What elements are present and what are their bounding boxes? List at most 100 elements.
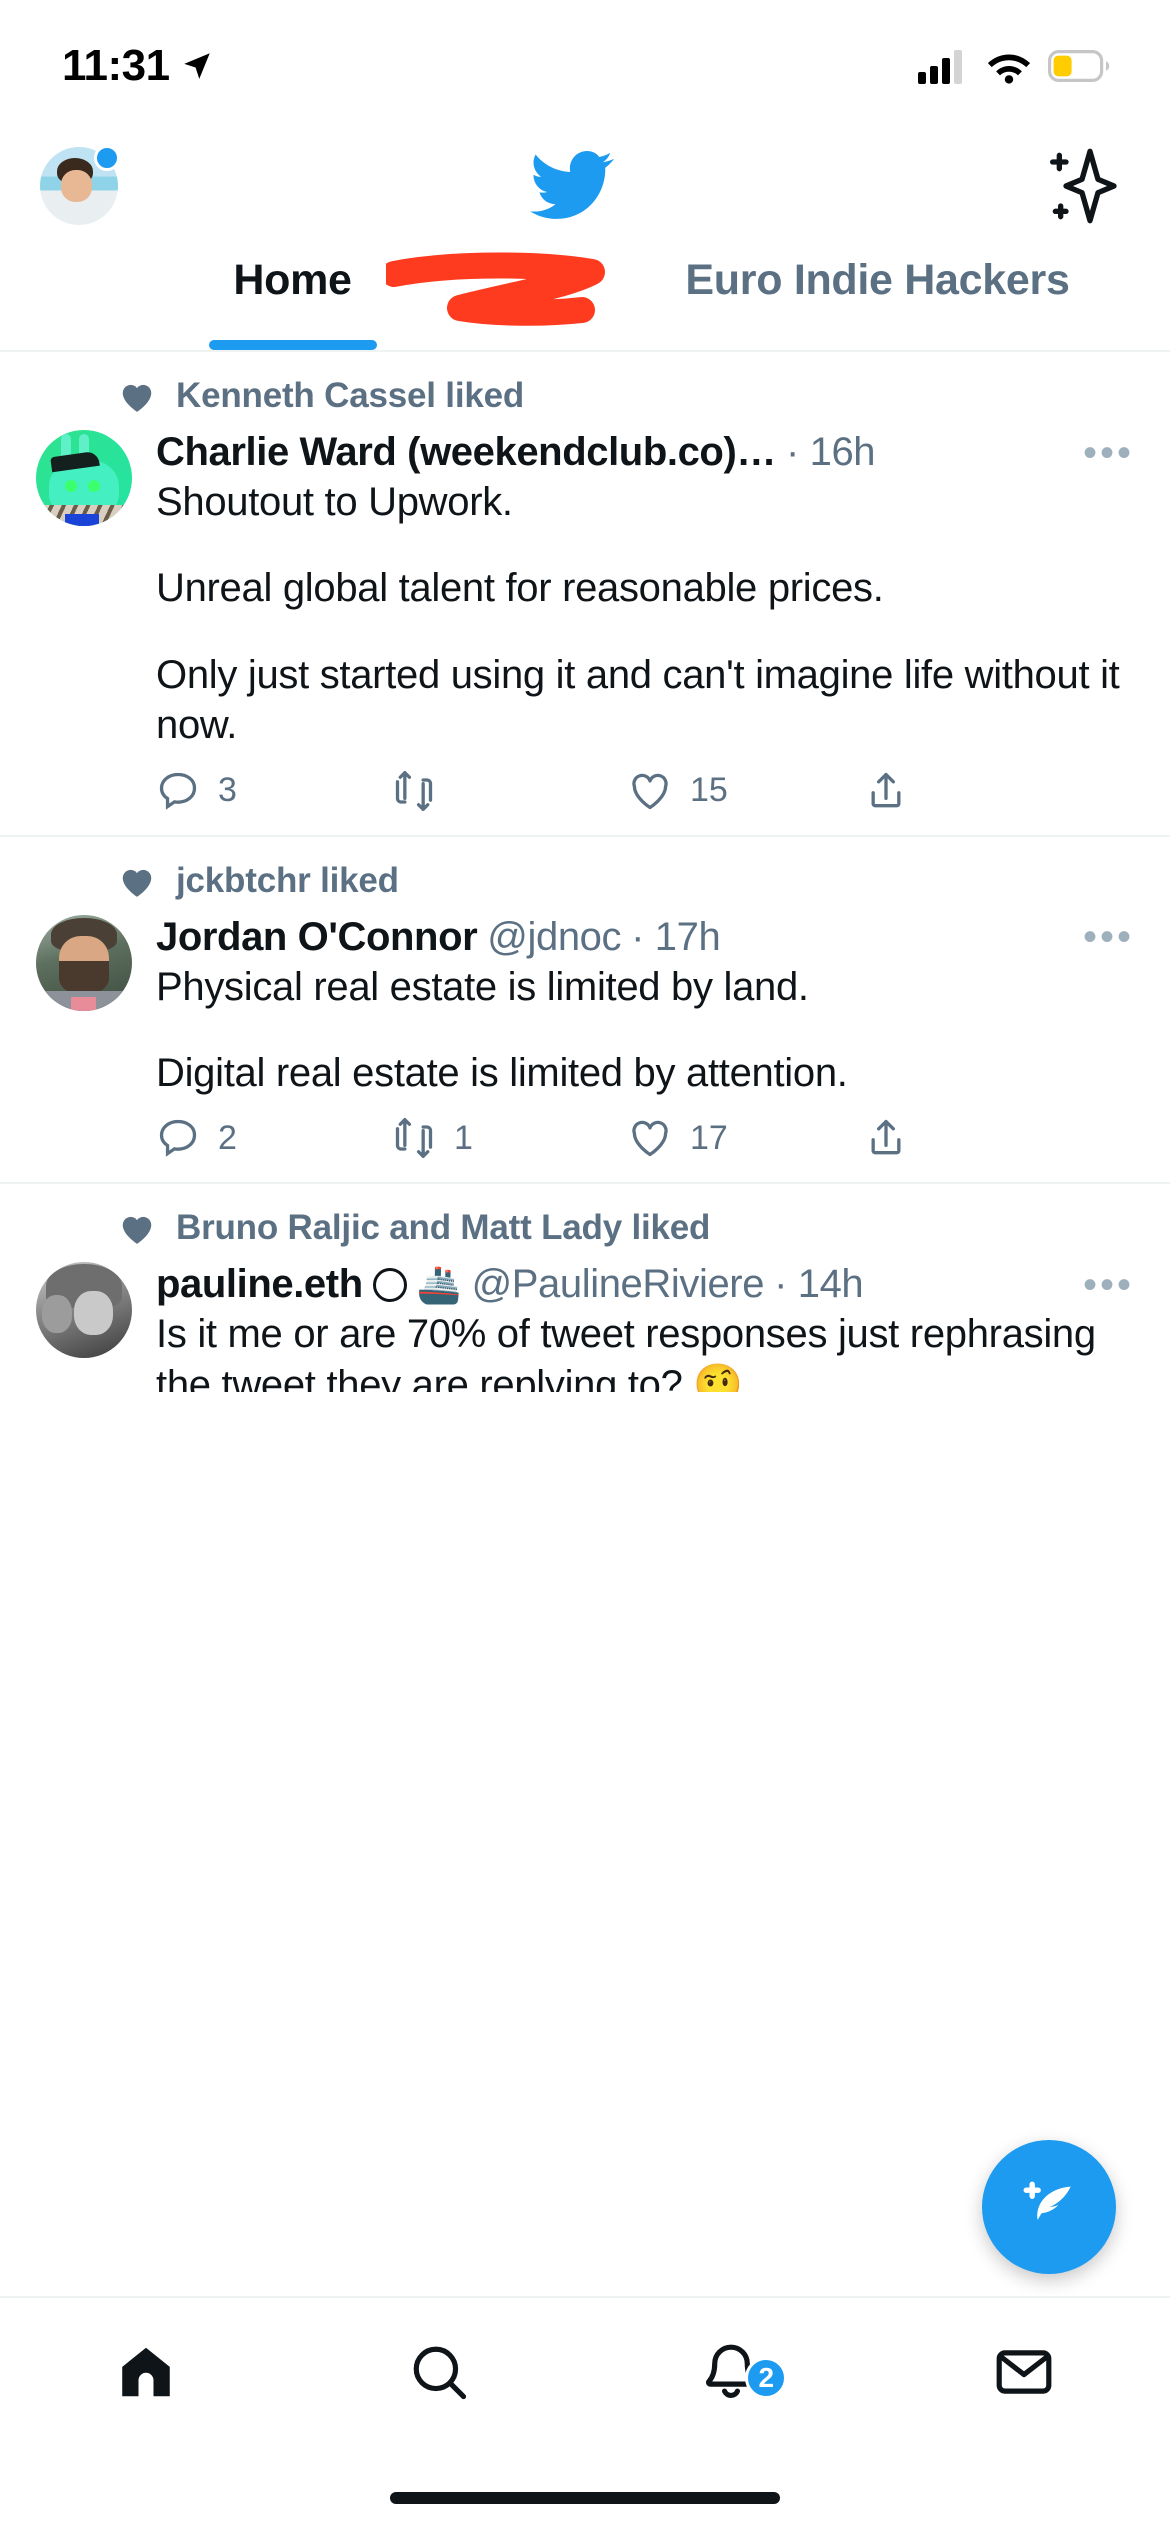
like-count: 15 (690, 771, 728, 810)
home-icon (122, 2347, 171, 2397)
tweet-author-avatar[interactable] (36, 430, 132, 526)
nav-search-button[interactable] (293, 2341, 586, 2403)
like-action[interactable]: 17 (628, 1116, 864, 1160)
timeline-tabs: Home Euro Indie Hackers (0, 240, 1170, 352)
tab-active-indicator (208, 340, 377, 350)
home-indicator (390, 2492, 780, 2504)
compose-feather-icon (1023, 2181, 1071, 2220)
status-bar-time: 11:31 (62, 41, 170, 90)
avatar-notification-badge (94, 145, 120, 171)
cellular-bars-icon (918, 50, 962, 84)
tweet-author-avatar[interactable] (36, 914, 132, 1011)
sparkle-icon (1049, 148, 1117, 224)
tweet-item[interactable]: Kenneth Cassel liked Charlie Ward (weeke… (0, 352, 1170, 837)
compose-tweet-button[interactable] (982, 2140, 1116, 2274)
tab-home[interactable]: Home (0, 240, 585, 350)
tab-euro-indie-hackers-label: Euro Indie Hackers (685, 256, 1070, 304)
share-action[interactable] (864, 1116, 1100, 1160)
tweet-more-options-icon[interactable]: ••• (1083, 433, 1134, 473)
retweet-icon (395, 1118, 433, 1159)
heart-filled-icon (122, 1217, 152, 1245)
tab-euro-indie-hackers[interactable]: Euro Indie Hackers (585, 240, 1170, 350)
tweet-timestamp: · 17h (631, 914, 721, 959)
location-arrow-icon (183, 53, 210, 79)
retweet-action[interactable] (392, 769, 628, 813)
retweet-action[interactable]: 1 (392, 1116, 628, 1160)
tweet-header: Jordan O'Connor @jdnoc · 17h ••• (156, 915, 1134, 960)
tweet-text-line: Only just started using it and can't ima… (156, 652, 1120, 748)
tweet-actions: 2 1 17 (156, 1116, 1134, 1182)
tweet-text: Physical real estate is limited by land.… (156, 962, 1134, 1099)
twitter-bird-logo (530, 151, 614, 219)
nav-notifications-button[interactable]: 2 (585, 2341, 878, 2403)
battery-low-power-icon (1048, 50, 1110, 82)
reply-action[interactable]: 3 (156, 769, 392, 813)
notification-badge: 2 (745, 2357, 788, 2399)
tweet-more-options-icon[interactable]: ••• (1083, 1265, 1134, 1305)
tweet-author-handle: @jdnoc (487, 914, 622, 959)
tweet-timestamp: · 14h (774, 1262, 864, 1307)
social-context-row: Kenneth Cassel liked (36, 376, 1134, 416)
liked-by-label: jckbtchr liked (176, 860, 399, 900)
tweet-timestamp: · 16h (785, 430, 876, 474)
status-bar: 11:31 (0, 0, 1170, 132)
tweet-author-name[interactable]: pauline.eth (156, 1262, 363, 1307)
reply-action[interactable]: 2 (156, 1116, 392, 1160)
nav-messages-button[interactable] (878, 2341, 1170, 2403)
sparkle-timeline-settings-button[interactable] (1046, 146, 1118, 226)
share-icon (871, 772, 901, 807)
reply-icon (159, 772, 197, 810)
envelope-icon (996, 2350, 1052, 2394)
share-action[interactable] (864, 769, 1100, 813)
heart-filled-icon (122, 384, 152, 412)
tweet-text-line: Unreal global talent for reasonable pric… (156, 566, 884, 611)
tweet-text-line: Physical real estate is limited by land. (156, 964, 809, 1009)
tweet-header: Charlie Ward (weekendclub.co)… · 16h ••• (156, 430, 1134, 475)
liked-by-label: Bruno Raljic and Matt Lady liked (176, 1208, 711, 1248)
tweet-body: pauline.eth 🚢 @PaulineRiviere · 14h ••• … (36, 1262, 1134, 1392)
tweet-text-line: Digital real estate is limited by attent… (156, 1050, 848, 1095)
reply-count: 2 (218, 1118, 237, 1157)
wifi-icon (987, 54, 1031, 84)
liked-by-label: Kenneth Cassel liked (176, 376, 525, 415)
tweet-body: Charlie Ward (weekendclub.co)… · 16h •••… (36, 430, 1134, 835)
tweet-body: Jordan O'Connor @jdnoc · 17h ••• Physica… (36, 914, 1134, 1183)
tweet-author-handle: @PaulineRiviere (471, 1262, 765, 1307)
bottom-navigation-bar: 2 (0, 2296, 1170, 2446)
status-bar-indicators (918, 48, 1110, 84)
like-count: 17 (690, 1118, 728, 1157)
timeline-feed[interactable]: Kenneth Cassel liked Charlie Ward (weeke… (0, 352, 1170, 1392)
retweet-icon (395, 770, 433, 811)
social-context-row: jckbtchr liked (36, 861, 1134, 901)
status-bar-time-group: 11:31 (62, 41, 214, 91)
retweet-count: 1 (454, 1118, 473, 1157)
tweet-header: pauline.eth 🚢 @PaulineRiviere · 14h ••• (156, 1262, 1134, 1307)
tweet-author-name[interactable]: Charlie Ward (weekendclub.co)… (156, 430, 776, 475)
tweet-text-line: Is it me or are 70% of tweet responses j… (156, 1312, 1096, 1392)
tweet-text: Shoutout to Upwork. Unreal global talent… (156, 477, 1134, 751)
heart-outline-icon (632, 773, 668, 809)
tweet-more-options-icon[interactable]: ••• (1083, 917, 1134, 957)
reply-count: 3 (218, 771, 237, 810)
white-circle-glyph-icon (372, 1267, 407, 1302)
reply-icon (159, 1120, 197, 1158)
nav-home-button[interactable] (0, 2341, 293, 2403)
tweet-item[interactable]: Bruno Raljic and Matt Lady liked pauline… (0, 1184, 1170, 1392)
like-action[interactable]: 15 (628, 769, 864, 813)
share-icon (871, 1120, 901, 1155)
heart-filled-icon (122, 869, 152, 897)
search-icon (413, 2346, 466, 2400)
tweet-item[interactable]: jckbtchr liked Jordan O'Connor @jdnoc · … (0, 837, 1170, 1185)
tweet-author-avatar[interactable] (36, 1262, 132, 1359)
tab-home-label: Home (233, 256, 352, 304)
social-context-row: Bruno Raljic and Matt Lady liked (36, 1208, 1134, 1248)
tweet-text: Is it me or are 70% of tweet responses j… (156, 1309, 1134, 1392)
app-header (0, 132, 1170, 240)
twitter-app-screen: 11:31 Home Euro Indie Hackers Kenneth Ca… (0, 0, 1170, 2532)
ship-emoji-icon: 🚢 (416, 1263, 462, 1305)
profile-avatar-button[interactable] (40, 145, 120, 225)
heart-outline-icon (632, 1121, 668, 1157)
tweet-text-line: Shoutout to Upwork. (156, 480, 513, 524)
tweet-author-name[interactable]: Jordan O'Connor (156, 915, 478, 960)
tweet-actions: 3 15 (156, 769, 1134, 835)
